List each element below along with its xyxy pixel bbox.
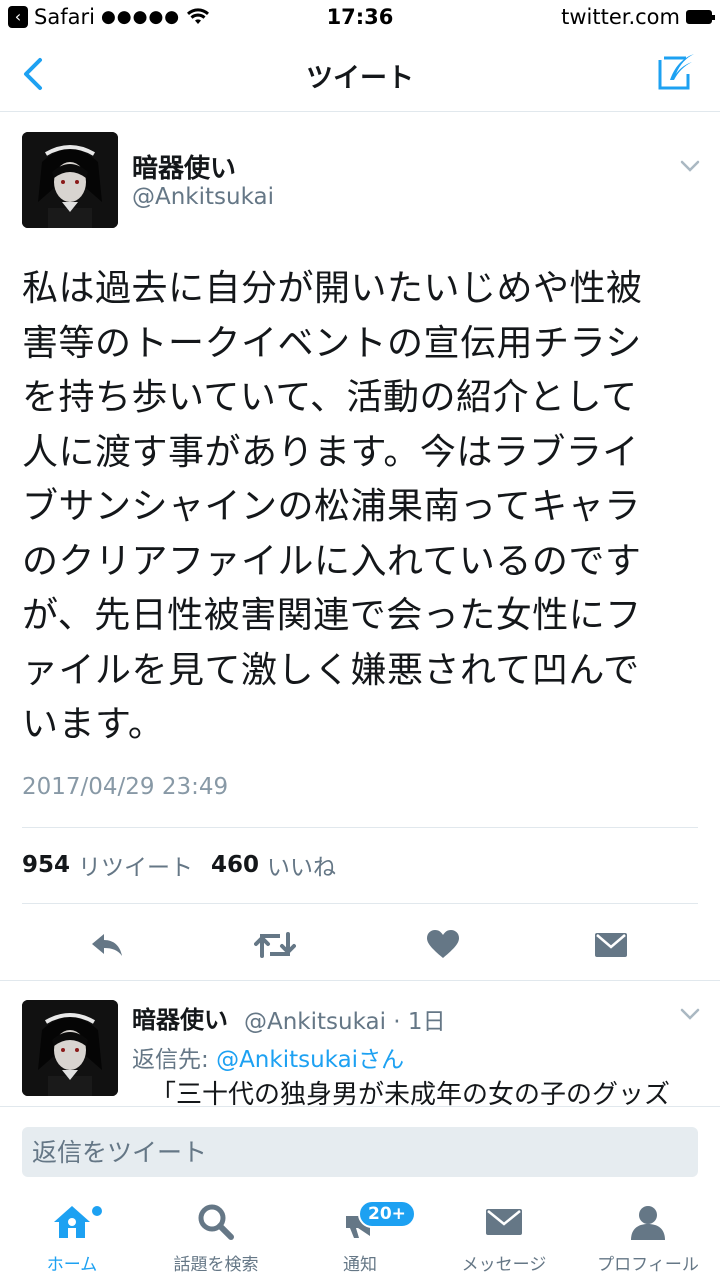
tab-label: 通知	[343, 1255, 377, 1275]
reply-author-avatar[interactable]	[22, 1000, 118, 1096]
author-name[interactable]: 暗器使い	[132, 148, 236, 185]
tab-search[interactable]: 話題を検索	[144, 1192, 288, 1280]
tweet-text-line: います。	[22, 704, 165, 745]
status-bar: ‹ Safari ●●●●● 17:36 twitter.com	[0, 0, 720, 36]
tab-label: メッセージ	[461, 1255, 547, 1275]
navigation-bar: ツイート	[0, 36, 720, 112]
reply-to-suffix[interactable]: さん	[358, 1047, 404, 1073]
tab-bar: ホーム 話題を検索 通知 20+ メッセージ プロフィール	[0, 1192, 720, 1280]
battery-icon	[686, 10, 715, 24]
tweet-text-line: ァイルを見て激しく嫌悪されて凹んで	[22, 649, 640, 691]
avatar-image	[22, 132, 118, 228]
home-new-indicator	[92, 1206, 102, 1216]
tab-messages[interactable]: メッセージ	[432, 1192, 576, 1280]
retweet-count[interactable]: 954	[22, 852, 70, 878]
chevron-down-icon[interactable]	[678, 154, 702, 178]
like-label[interactable]: いいね	[267, 848, 336, 882]
home-icon	[54, 1206, 90, 1238]
reply-to-line: 返信先: @Ankitsukaiさん	[132, 1040, 404, 1074]
heart-icon	[427, 930, 459, 958]
tweet-text-line: ブサンシャインの松浦果南ってキャラ	[22, 486, 641, 527]
tweet-text-line: 害等のトークイベントの宣伝用チラシ	[22, 322, 642, 364]
chevron-down-icon[interactable]	[678, 1002, 702, 1026]
tab-label: 話題を検索	[173, 1255, 259, 1275]
page-title: ツイート	[306, 63, 414, 94]
profile-icon	[631, 1206, 665, 1240]
author-avatar[interactable]	[22, 132, 118, 228]
like-count[interactable]: 460	[211, 852, 259, 878]
tweet-text: 私は過去に自分が開いたいじめや性被 害等のトークイベントの宣伝用チラシ を持ち歩…	[22, 262, 702, 753]
reply-author-handle[interactable]: @Ankitsukai · 1日	[244, 1002, 446, 1036]
retweet-label[interactable]: リツイート	[78, 848, 193, 882]
status-right: twitter.com	[561, 5, 715, 29]
compose-tweet-icon[interactable]	[656, 50, 698, 92]
search-icon	[198, 1204, 234, 1240]
reply-to-prefix: 返信先:	[132, 1047, 217, 1073]
direct-message-button[interactable]	[586, 920, 636, 970]
reply-author-name[interactable]: 暗器使い	[132, 1000, 228, 1035]
divider	[22, 827, 698, 828]
author-handle[interactable]: @Ankitsukai	[132, 184, 274, 210]
reply-to-link[interactable]: @Ankitsukai	[216, 1047, 358, 1073]
status-url: twitter.com	[561, 5, 680, 29]
reply-icon	[92, 934, 122, 956]
tab-home[interactable]: ホーム	[0, 1192, 144, 1280]
like-button[interactable]	[418, 920, 468, 970]
tweet-text-line: が、先日性被害関連で会った女性にフ	[22, 595, 642, 636]
retweet-button[interactable]	[250, 920, 300, 970]
tweet-stats: 954 リツイート 460 いいね	[22, 848, 336, 882]
reply-button[interactable]	[82, 920, 132, 970]
envelope-icon	[595, 933, 627, 957]
avatar-image	[22, 1000, 118, 1096]
tweet-timestamp: 2017/04/29 23:49	[22, 774, 229, 800]
retweet-icon	[254, 932, 296, 958]
reply-compose-bar	[0, 1106, 720, 1192]
tweet-text-line: 人に渡す事があります。今はラブライ	[22, 431, 639, 473]
tab-label: ホーム	[46, 1255, 98, 1275]
tweet-text-line: を持ち歩いていて、活動の紹介として	[22, 377, 638, 418]
tab-label: プロフィール	[597, 1255, 699, 1275]
tweet-text-line: 私は過去に自分が開いたいじめや性被	[22, 268, 643, 309]
divider	[22, 903, 698, 904]
tab-profile[interactable]: プロフィール	[576, 1192, 720, 1280]
reply-input[interactable]	[22, 1127, 698, 1177]
notifications-badge: 20+	[358, 1200, 416, 1228]
divider	[0, 980, 720, 981]
tweet-text-line: のクリアファイルに入れているのです	[22, 540, 642, 582]
messages-icon	[486, 1209, 522, 1235]
tweet-actions	[0, 920, 720, 980]
